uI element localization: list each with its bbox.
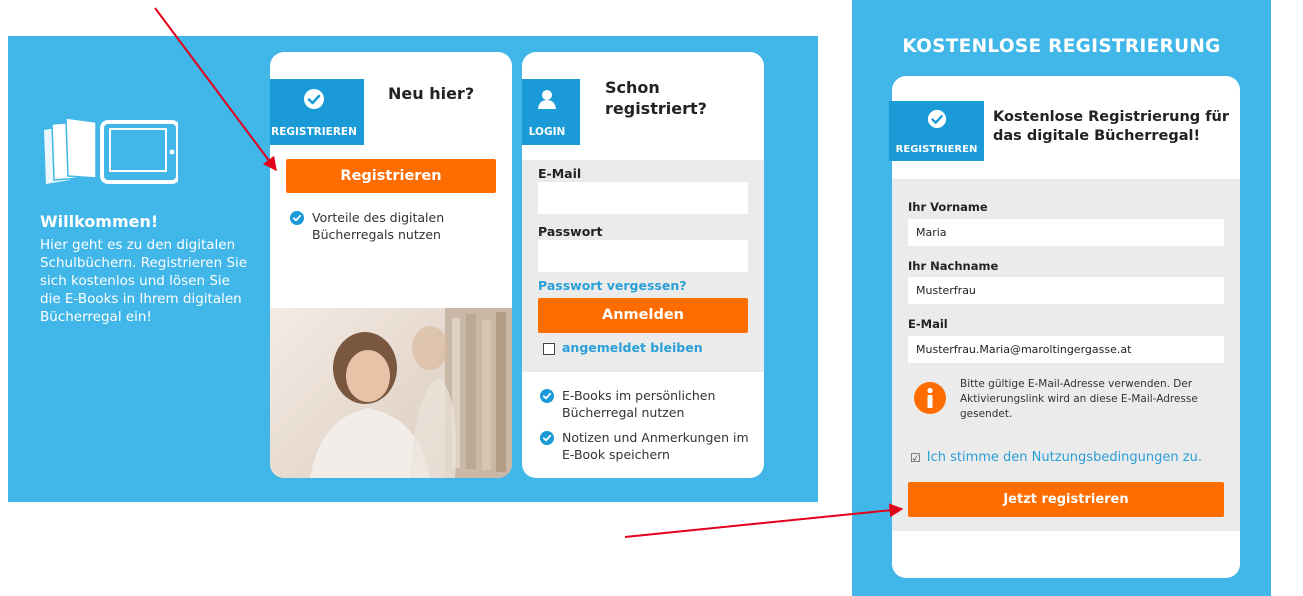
list-item: E-Books im persönlichen Bücherregal nutz… <box>540 387 760 421</box>
login-form: E-Mail Passwort Passwort vergessen? Anme… <box>522 160 764 372</box>
check-circle-icon <box>304 89 324 109</box>
terms-row[interactable]: ☑ Ich stimme den Nutzungsbedingungen zu. <box>910 450 1202 465</box>
check-circle-icon <box>540 389 554 403</box>
submit-registration-button[interactable]: Jetzt registrieren <box>908 482 1224 517</box>
login-card: LOGIN Schon registriert? E-Mail Passwort… <box>522 52 764 478</box>
user-icon <box>538 90 556 109</box>
login-features-list: E-Books im persönlichen Bücherregal nutz… <box>540 387 760 471</box>
registration-panel: KOSTENLOSE REGISTRIERUNG REGISTRIEREN Ko… <box>852 0 1271 596</box>
register-card-title: Neu hier? <box>388 84 475 103</box>
check-circle-icon <box>290 211 304 225</box>
email-input[interactable] <box>538 182 748 214</box>
email-info-text: Bitte gültige E-Mail-Adresse verwenden. … <box>960 378 1198 420</box>
register-card: REGISTRIEREN Neu hier? Registrieren Vort… <box>270 52 512 478</box>
feature-text: Notizen und Anmerkungen im E-Book speich… <box>562 430 749 462</box>
login-badge-label: LOGIN <box>528 126 566 138</box>
email-label: E-Mail <box>538 166 582 181</box>
register-badge-label: REGISTRIEREN <box>271 126 357 138</box>
register-feature-item: Vorteile des digitalen Bücherregals nutz… <box>290 209 490 243</box>
email-label: E-Mail <box>908 317 948 331</box>
login-card-title: Schon registriert? <box>605 78 707 118</box>
firstname-input[interactable]: Maria <box>908 219 1224 246</box>
remember-label[interactable]: angemeldet bleiben <box>562 340 703 355</box>
register-badge: REGISTRIEREN <box>270 79 364 145</box>
info-icon <box>914 382 946 414</box>
terms-checkbox[interactable]: ☑ <box>910 451 921 465</box>
registration-form: Ihr Vorname Maria Ihr Nachname Musterfra… <box>892 179 1240 531</box>
login-button[interactable]: Anmelden <box>538 298 748 333</box>
registration-badge: REGISTRIEREN <box>889 101 984 161</box>
ebook-tablet-icon <box>44 117 178 184</box>
registration-panel-title: KOSTENLOSE REGISTRIERUNG <box>902 36 1221 57</box>
student-photo-illustration <box>310 308 512 478</box>
remember-checkbox[interactable] <box>543 343 555 355</box>
password-label: Passwort <box>538 224 603 239</box>
register-feature-text: Vorteile des digitalen Bücherregals nutz… <box>312 210 445 242</box>
forgot-password-link[interactable]: Passwort vergessen? <box>538 278 687 293</box>
welcome-text: Hier geht es zu den digitalen Schulbüche… <box>40 237 248 325</box>
terms-label[interactable]: Ich stimme den Nutzungsbedingungen zu. <box>927 450 1202 465</box>
check-circle-icon <box>540 431 554 445</box>
student-photo <box>270 308 512 478</box>
password-input[interactable] <box>538 240 748 272</box>
lastname-label: Ihr Nachname <box>908 259 999 273</box>
registration-badge-label: REGISTRIEREN <box>895 144 978 155</box>
registration-card: REGISTRIEREN Kostenlose Registrierung fü… <box>889 76 1240 578</box>
feature-text: E-Books im persönlichen Bücherregal nutz… <box>562 388 716 420</box>
welcome-title: Willkommen! <box>40 212 159 231</box>
lastname-input[interactable]: Musterfrau <box>908 277 1224 304</box>
login-badge: LOGIN <box>522 79 580 145</box>
registration-heading: Kostenlose Registrierung für das digital… <box>993 109 1229 144</box>
registration-email-input[interactable]: Musterfrau.Maria@maroltingergasse.at <box>908 336 1224 363</box>
firstname-label: Ihr Vorname <box>908 200 988 214</box>
check-circle-icon <box>927 109 946 129</box>
list-item: Notizen und Anmerkungen im E-Book speich… <box>540 429 760 463</box>
register-button[interactable]: Registrieren <box>286 159 496 193</box>
